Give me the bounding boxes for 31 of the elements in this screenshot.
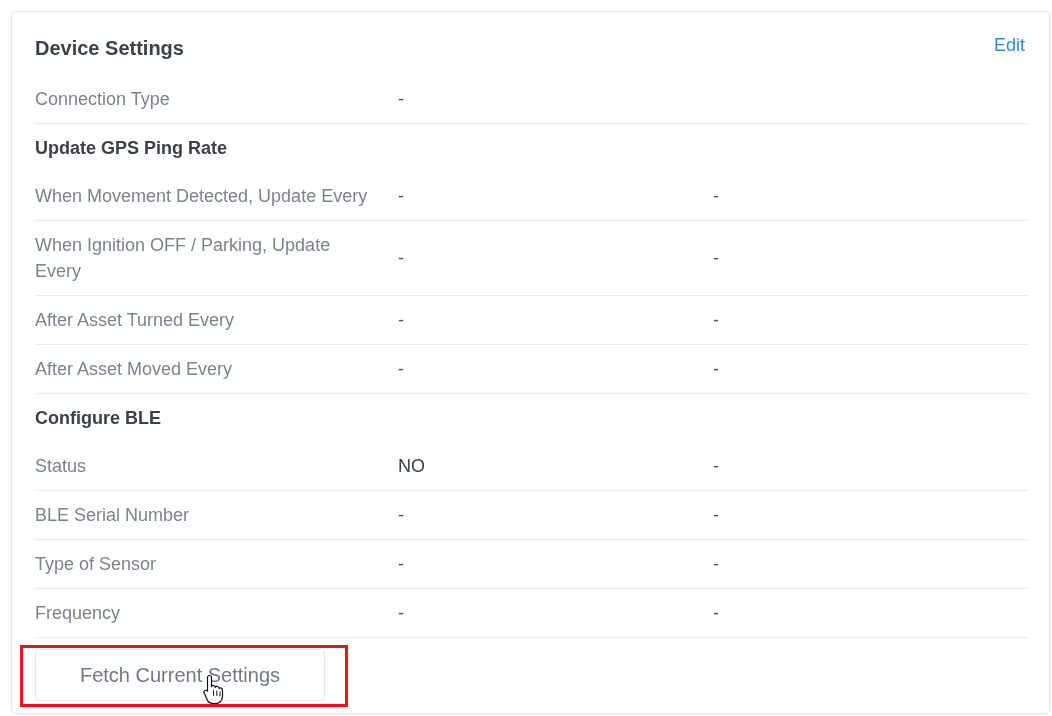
field-value: - [713, 247, 719, 270]
field-value: - [398, 602, 404, 625]
field-value: - [398, 247, 404, 270]
field-value: - [398, 553, 404, 576]
field-label: After Asset Turned Every [35, 309, 235, 332]
field-label: When Ignition OFF / Parking, Update Every [35, 234, 332, 283]
card-title: Device Settings [35, 36, 184, 60]
field-label: Status [35, 455, 87, 478]
field-value: - [398, 504, 404, 527]
field-label: Type of Sensor [35, 553, 157, 576]
field-value: - [713, 553, 719, 576]
field-value: - [398, 358, 404, 381]
field-value: - [398, 88, 404, 111]
field-value: - [713, 455, 719, 478]
field-value: - [713, 309, 719, 332]
section-heading: Configure BLE [35, 407, 161, 430]
field-value: - [713, 358, 719, 381]
field-value: - [713, 504, 719, 527]
field-label: Frequency [35, 602, 121, 625]
edit-link[interactable]: Edit [993, 34, 1025, 56]
field-value: NO [398, 455, 425, 478]
field-value: - [398, 309, 404, 332]
section-heading: Update GPS Ping Rate [35, 137, 228, 160]
field-value: - [713, 602, 719, 625]
field-label: After Asset Moved Every [35, 358, 233, 381]
field-value: - [398, 185, 404, 208]
field-label: Connection Type [35, 88, 170, 111]
field-value: - [713, 185, 719, 208]
fetch-settings-button[interactable]: Fetch Current Settings [35, 649, 325, 701]
field-label: When Movement Detected, Update Every [35, 185, 368, 208]
field-label: BLE Serial Number [35, 504, 190, 527]
